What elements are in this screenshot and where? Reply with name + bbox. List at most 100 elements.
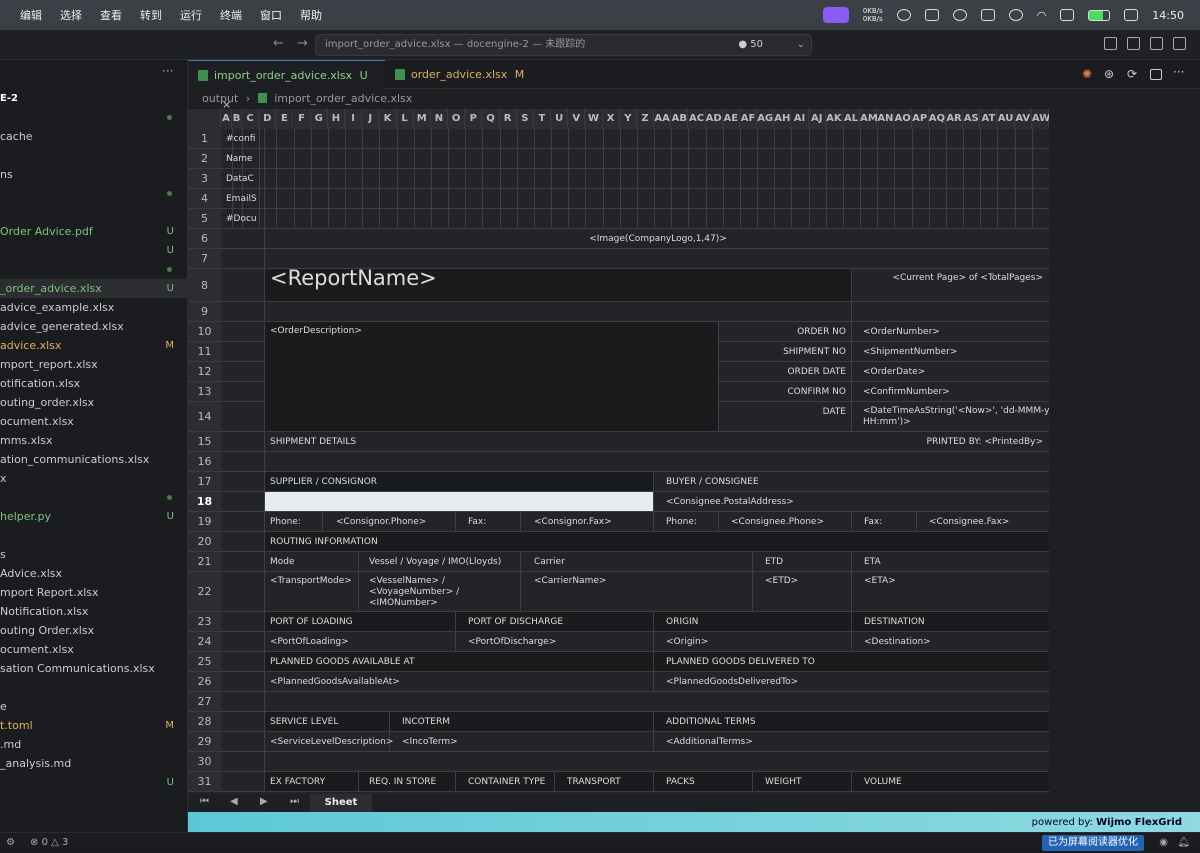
menu-help[interactable]: 帮助 xyxy=(300,7,322,23)
menu-window[interactable]: 窗口 xyxy=(260,7,282,23)
column-header[interactable]: S xyxy=(516,109,534,129)
control-center-icon[interactable] xyxy=(1124,9,1139,21)
breadcrumb-file[interactable]: import_order_advice.xlsx xyxy=(274,92,412,105)
column-header[interactable]: AL xyxy=(842,109,861,129)
row-header[interactable]: 10 xyxy=(188,322,221,342)
terms-value[interactable]: <AdditionalTerms> xyxy=(666,736,753,749)
prev-sheet-icon[interactable]: ◀ xyxy=(230,796,238,807)
row-header[interactable]: 22 xyxy=(188,572,221,612)
column-header[interactable]: E xyxy=(276,109,294,129)
consignee-address[interactable]: <Consignee.PostalAddress> xyxy=(666,496,794,509)
explorer-item[interactable]: Notification.xlsx xyxy=(0,602,187,621)
column-header[interactable]: P xyxy=(465,109,483,129)
column-title[interactable]: CONTAINER TYPE xyxy=(468,776,548,789)
routing-header[interactable]: Vessel / Voyage / IMO(Lloyds) xyxy=(369,556,501,569)
section-header[interactable]: PLANNED GOODS AVAILABLE AT xyxy=(270,656,414,669)
column-header[interactable]: AQ xyxy=(928,109,946,129)
order-label[interactable]: CONFIRM NO xyxy=(718,386,846,399)
section-header[interactable]: SHIPMENT DETAILS xyxy=(270,436,356,449)
source-control-icon[interactable]: ⟳ xyxy=(1127,67,1137,81)
explorer-item[interactable]: ocument.xlsx xyxy=(0,640,187,659)
explorer-item[interactable] xyxy=(0,203,187,222)
column-title[interactable]: REQ. IN STORE xyxy=(369,776,449,789)
column-header[interactable]: AV xyxy=(1014,109,1032,129)
section-header[interactable]: ORIGIN xyxy=(666,616,698,629)
column-header[interactable]: AR xyxy=(945,109,964,129)
column-header[interactable]: Z xyxy=(636,109,655,129)
select-all-corner[interactable] xyxy=(188,109,221,129)
phone-label[interactable]: Phone: xyxy=(270,516,301,529)
column-header[interactable]: AG xyxy=(757,109,775,129)
clock-icon[interactable] xyxy=(952,9,967,21)
first-sheet-icon[interactable]: ⏮ xyxy=(200,796,209,807)
row-header[interactable]: 30 xyxy=(188,752,221,772)
phone-label[interactable]: Phone: xyxy=(666,516,697,529)
explorer-item[interactable] xyxy=(0,260,187,279)
consignee-phone[interactable]: <Consignee.Phone> xyxy=(731,516,824,529)
accounts-icon[interactable]: ⚙ xyxy=(6,833,15,853)
row-header[interactable]: 23 xyxy=(188,612,221,632)
column-header[interactable]: C xyxy=(242,109,260,129)
explorer-item[interactable]: outing Order.xlsx xyxy=(0,621,187,640)
order-label[interactable]: DATE xyxy=(718,406,846,419)
column-header[interactable]: AH xyxy=(774,109,792,129)
row-header[interactable]: 25 xyxy=(188,652,221,672)
row-header[interactable]: 11 xyxy=(188,342,221,362)
row-header[interactable]: 5 xyxy=(188,209,221,229)
column-header[interactable]: R xyxy=(499,109,517,129)
row-header[interactable]: 20 xyxy=(188,532,221,552)
row-header[interactable]: 27 xyxy=(188,692,221,712)
goods-value[interactable]: <PlannedGoodsAvailableAt> xyxy=(270,676,400,689)
cell-a[interactable]: EmailS xyxy=(226,193,264,206)
section-header[interactable]: INCOTERM xyxy=(402,716,450,729)
fax-label[interactable]: Fax: xyxy=(468,516,486,529)
explorer-item[interactable]: helper.py U xyxy=(0,507,187,526)
app-icon[interactable] xyxy=(896,9,911,21)
layout-icon[interactable] xyxy=(1104,37,1117,50)
routing-value[interactable]: <ETA> xyxy=(864,575,896,588)
explorer-item[interactable]: _analysis.md xyxy=(0,754,187,773)
row-header[interactable]: 24 xyxy=(188,632,221,652)
order-value[interactable]: <OrderNumber> xyxy=(863,326,940,339)
menu-select[interactable]: 选择 xyxy=(60,7,82,23)
explorer-item[interactable]: U xyxy=(0,773,187,792)
explorer-item[interactable]: Advice.xlsx xyxy=(0,564,187,583)
explorer-item[interactable]: ocument.xlsx xyxy=(0,412,187,431)
battery-icon[interactable] xyxy=(1088,9,1111,21)
order-value[interactable]: <ConfirmNumber> xyxy=(863,386,950,399)
routing-header[interactable]: ETA xyxy=(864,556,881,569)
column-header[interactable]: A xyxy=(221,109,232,129)
port-value[interactable]: <PortOfDischarge> xyxy=(468,636,556,649)
column-header[interactable]: F xyxy=(293,109,311,129)
order-label[interactable]: SHIPMENT NO xyxy=(718,346,846,359)
chatgpt-icon[interactable]: ⊛ xyxy=(1104,67,1114,81)
column-header[interactable]: I xyxy=(345,109,363,129)
routing-value[interactable]: <CarrierName> xyxy=(534,575,606,588)
cell-a[interactable]: #confi xyxy=(226,133,264,146)
sparkle-icon[interactable]: ✺ xyxy=(1082,67,1092,81)
next-sheet-icon[interactable]: ▶ xyxy=(260,796,268,807)
date-value[interactable]: HH:mm')> xyxy=(863,416,911,429)
spreadsheet-grid[interactable]: A B C D E F G H I J K L M N O P Q R S T U V W X Y Z AA AB AC AD AE AF AG… xyxy=(188,109,1049,794)
row-header[interactable]: 6 xyxy=(188,229,221,249)
explorer-item[interactable] xyxy=(0,678,187,697)
explorer-item[interactable]: advice_generated.xlsx xyxy=(0,317,187,336)
explorer-item[interactable]: x xyxy=(0,469,187,488)
explorer-item[interactable]: mport Report.xlsx xyxy=(0,583,187,602)
explorer-item[interactable]: mms.xlsx xyxy=(0,431,187,450)
column-header[interactable]: AS xyxy=(963,109,981,129)
order-label[interactable]: ORDER DATE xyxy=(718,366,846,379)
last-sheet-icon[interactable]: ⏭ xyxy=(290,796,299,807)
forward-arrow-icon[interactable]: → xyxy=(297,36,308,51)
row-header[interactable]: 16 xyxy=(188,452,221,472)
wechat-icon[interactable] xyxy=(1008,9,1023,21)
column-header[interactable]: Y xyxy=(619,109,637,129)
report-name[interactable]: <ReportName> xyxy=(270,268,437,289)
column-header[interactable]: AO xyxy=(894,109,912,129)
dropbox-icon[interactable] xyxy=(924,9,939,21)
copilot-status-icon[interactable]: ◉ xyxy=(1159,833,1168,853)
explorer-item[interactable]: t.toml M xyxy=(0,716,187,735)
column-header[interactable]: AC xyxy=(688,109,706,129)
section-header[interactable]: PORT OF DISCHARGE xyxy=(468,616,563,629)
port-value[interactable]: <Destination> xyxy=(864,636,931,649)
